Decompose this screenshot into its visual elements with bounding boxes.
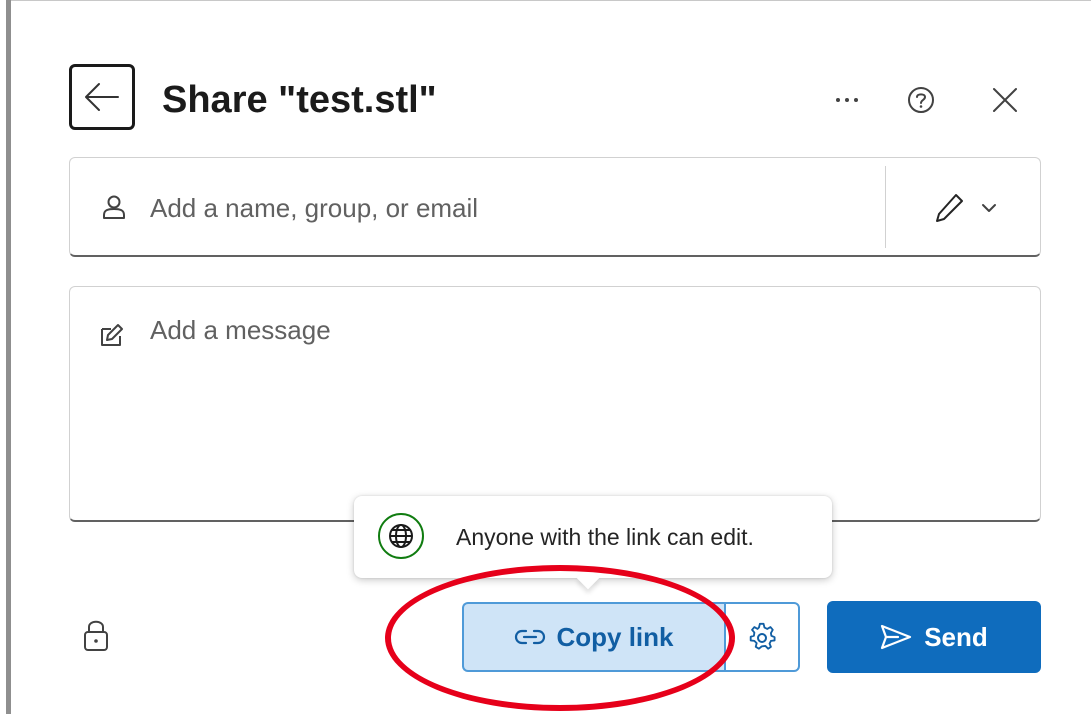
globe-icon <box>378 513 424 559</box>
compose-icon <box>101 324 123 346</box>
tooltip-tail <box>576 566 600 590</box>
dialog-title: Share "test.stl" <box>162 79 437 121</box>
send-button[interactable]: Send <box>827 601 1041 673</box>
message-field <box>69 286 1041 522</box>
back-button[interactable] <box>69 64 135 130</box>
recipient-input[interactable] <box>150 188 850 228</box>
chevron-down-icon <box>982 204 996 212</box>
lock-icon[interactable] <box>82 617 110 653</box>
more-options-icon <box>836 98 858 102</box>
send-label: Send <box>924 621 988 652</box>
person-icon <box>103 195 125 219</box>
gear-icon <box>749 622 776 650</box>
window-left-border <box>6 0 11 714</box>
help-button[interactable] <box>901 80 941 120</box>
tooltip-text: Anyone with the link can edit. <box>456 524 754 550</box>
pencil-icon <box>936 194 963 222</box>
help-icon <box>908 87 934 113</box>
back-arrow-icon <box>85 83 119 111</box>
close-button[interactable] <box>985 80 1025 120</box>
share-dialog: Share "test.stl" Add a name, group, or e… <box>0 0 1091 714</box>
send-icon <box>881 624 912 650</box>
more-options-button[interactable] <box>827 80 867 120</box>
copy-link-button[interactable]: Copy link <box>462 602 724 672</box>
link-scope-tooltip: Anyone with the link can edit. <box>354 496 832 590</box>
window-top-border <box>6 0 1091 1</box>
permission-dropdown-button[interactable] <box>906 180 1026 236</box>
recipient-field <box>69 157 1041 257</box>
close-icon <box>993 88 1017 112</box>
link-icon <box>515 629 546 645</box>
link-settings-button[interactable] <box>724 602 800 672</box>
copy-link-label: Copy link <box>556 621 674 652</box>
field-divider <box>885 166 886 248</box>
message-input[interactable] <box>150 315 1010 505</box>
